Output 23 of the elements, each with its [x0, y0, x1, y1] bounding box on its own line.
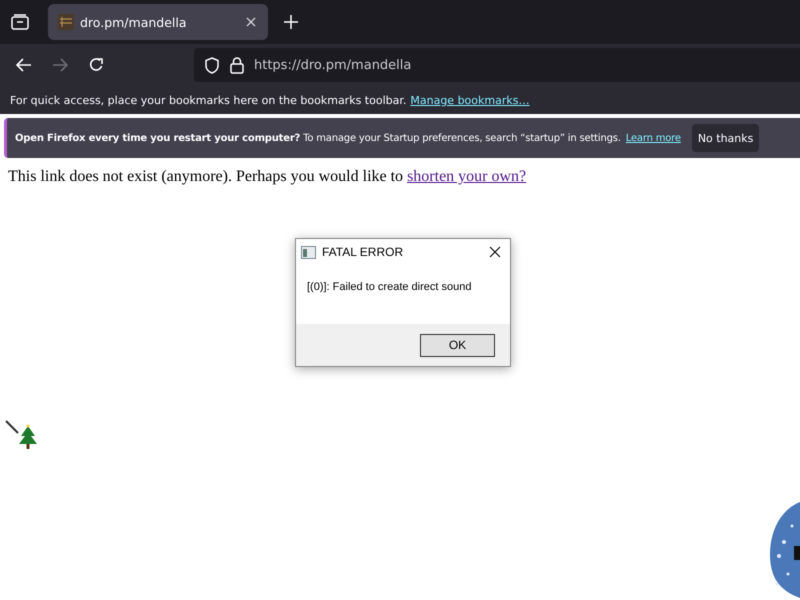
lock-icon[interactable]	[230, 56, 244, 74]
ok-button[interactable]: OK	[420, 334, 495, 356]
no-thanks-button[interactable]: No thanks	[692, 124, 760, 152]
shield-icon[interactable]	[204, 56, 220, 74]
manage-bookmarks-link[interactable]: Manage bookmarks…	[410, 94, 530, 106]
learn-more-link[interactable]: Learn more	[626, 132, 681, 144]
close-icon[interactable]	[489, 246, 501, 258]
reload-icon[interactable]	[88, 57, 104, 73]
browser-tab[interactable]: dro.pm/mandella	[48, 4, 268, 40]
favicon-icon	[58, 14, 74, 30]
shorten-link[interactable]: shorten your own?	[407, 168, 526, 185]
error-message: [(0)]: Failed to create direct sound	[307, 281, 472, 293]
new-tab-icon[interactable]	[284, 15, 298, 29]
dialog-title: FATAL ERROR	[322, 245, 404, 259]
notification-message: Open Firefox every time you restart your computer? To manage your Startup preferences, search “startup” in settings.	[15, 132, 621, 144]
app-icon	[301, 246, 316, 258]
christmas-tree-icon	[5, 420, 39, 450]
forward-icon[interactable]	[52, 58, 68, 72]
bookmarks-hint: For quick access, place your bookmarks here on the bookmarks toolbar.	[10, 94, 406, 106]
address-bar[interactable]: https://dro.pm/mandella	[194, 48, 800, 82]
page-message: This link does not exist (anymore). Perhaps you would like to shorten your own?	[8, 168, 528, 186]
back-icon[interactable]	[16, 58, 32, 72]
tab-list-icon[interactable]	[11, 14, 29, 30]
